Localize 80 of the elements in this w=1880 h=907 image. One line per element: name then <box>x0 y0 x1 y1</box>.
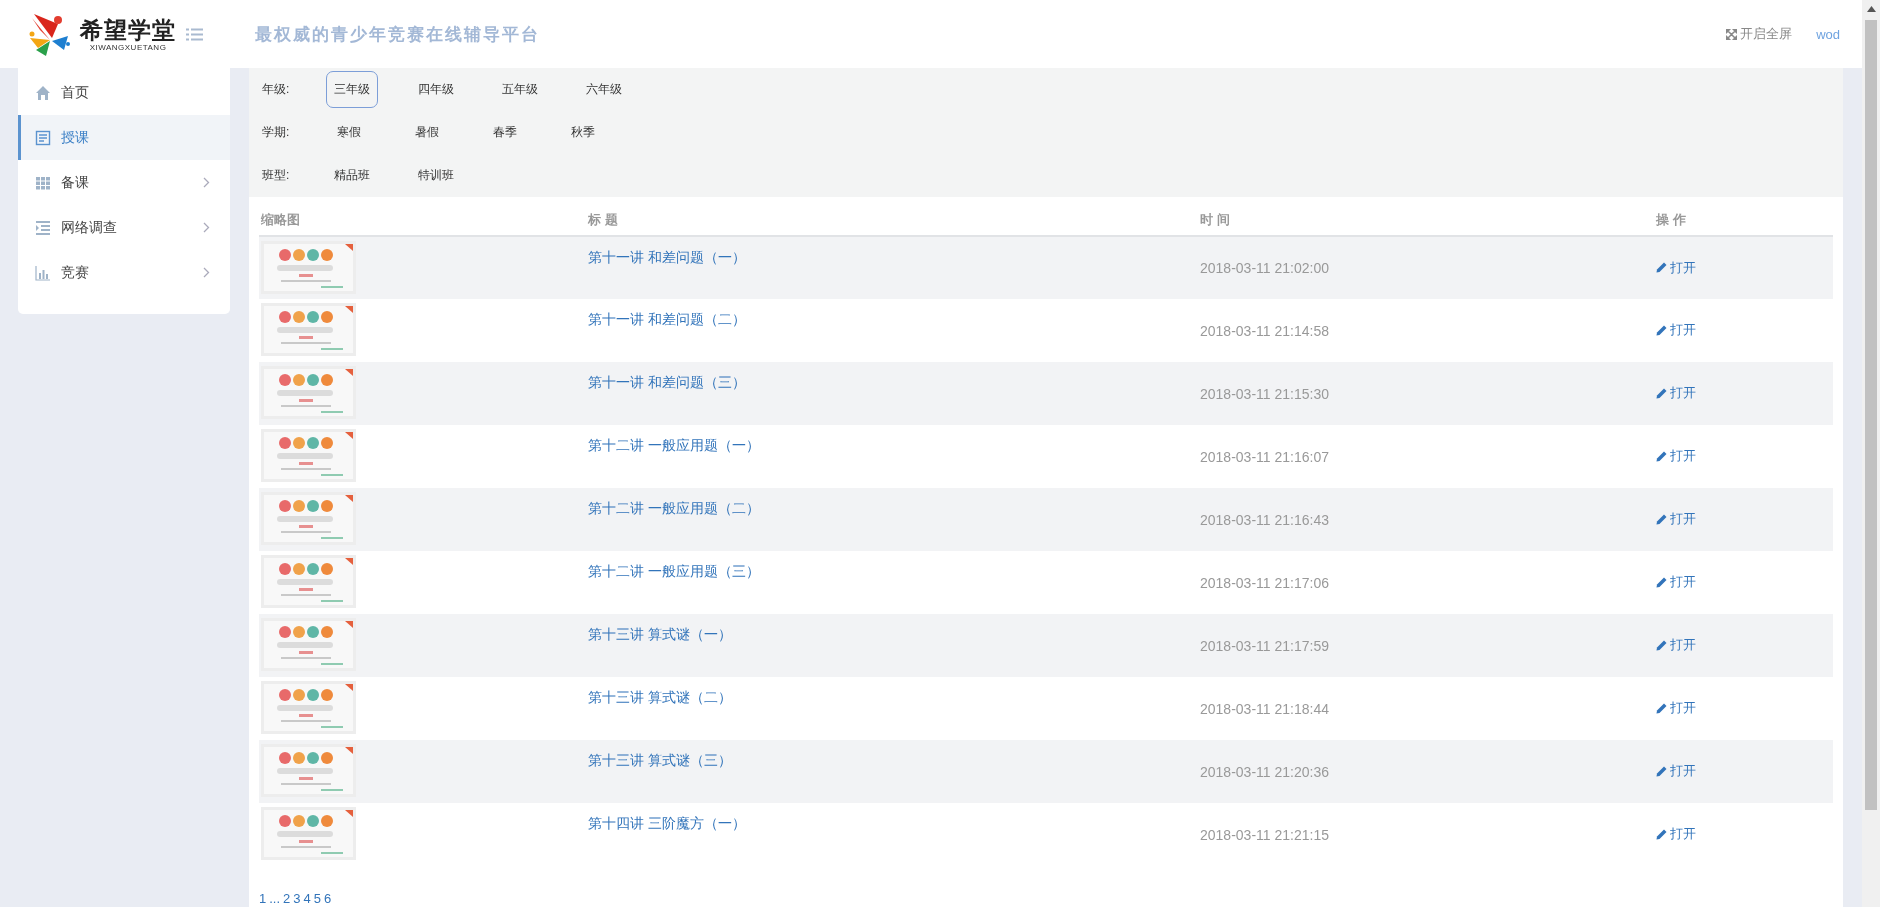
pencil-icon <box>1656 639 1667 651</box>
user-link[interactable]: wod <box>1816 26 1840 42</box>
open-link[interactable]: 打开 <box>1656 258 1696 277</box>
title-link[interactable]: 第十二讲 一般应用题（二） <box>588 500 760 518</box>
time-cell: 2018-03-11 21:15:30 <box>1200 385 1329 402</box>
slogan: 最权威的青少年竞赛在线辅导平台 <box>255 23 540 46</box>
page-link[interactable]: 2 <box>283 891 291 907</box>
title-link[interactable]: 第十三讲 算式谜（一） <box>588 626 732 644</box>
open-link[interactable]: 打开 <box>1656 510 1696 529</box>
time-cell: 2018-03-11 21:02:00 <box>1200 260 1329 276</box>
pencil-icon <box>1656 828 1667 840</box>
filter-label: 学期: <box>262 124 291 141</box>
bar-chart-icon <box>35 264 51 281</box>
filter-option[interactable]: 三年级 <box>326 71 378 108</box>
open-link[interactable]: 打开 <box>1656 762 1696 781</box>
open-link[interactable]: 打开 <box>1656 321 1696 340</box>
title-link[interactable]: 第十一讲 和差问题（二） <box>588 311 746 329</box>
title-link[interactable]: 第十二讲 一般应用题（三） <box>588 563 760 581</box>
title-link[interactable]: 第十二讲 一般应用题（一） <box>588 437 760 455</box>
title-link[interactable]: 第十一讲 和差问题（三） <box>588 374 746 392</box>
page-link[interactable]: 3 <box>293 891 301 907</box>
time-cell: 2018-03-11 21:20:36 <box>1200 763 1329 780</box>
pencil-icon <box>1656 262 1667 274</box>
time-cell: 2018-03-11 21:17:59 <box>1200 637 1329 654</box>
open-link[interactable]: 打开 <box>1656 699 1696 718</box>
page-link[interactable]: 1 <box>259 891 267 907</box>
time-cell: 2018-03-11 21:21:15 <box>1200 826 1329 843</box>
time-cell: 2018-03-11 21:14:58 <box>1200 322 1329 339</box>
menu-button[interactable] <box>186 27 203 41</box>
fullscreen-icon <box>1726 28 1738 40</box>
filter-label: 年级: <box>262 81 291 98</box>
open-link[interactable]: 打开 <box>1656 825 1696 844</box>
scrollbar[interactable] <box>1862 0 1880 907</box>
title-link[interactable]: 第十一讲 和差问题（一） <box>588 249 746 267</box>
filter-option[interactable]: 寒假 <box>326 114 372 151</box>
title-link[interactable]: 第十四讲 三阶魔方（一） <box>588 815 746 833</box>
filter-option[interactable]: 秋季 <box>560 114 606 151</box>
filter-option[interactable]: 暑假 <box>404 114 450 151</box>
up-arrow-icon[interactable] <box>1866 6 1876 12</box>
brand-subtitle: XIWANGXUETANG <box>89 42 167 52</box>
time-cell: 2018-03-11 21:17:06 <box>1200 574 1329 591</box>
sidebar-item[interactable]: 网络调查 <box>18 205 230 250</box>
scrollbar-thumb[interactable] <box>1865 20 1877 810</box>
filter-option[interactable]: 特训班 <box>410 157 462 194</box>
grid-icon <box>35 174 51 191</box>
time-cell: 2018-03-11 21:16:07 <box>1200 448 1329 465</box>
home-icon <box>35 84 51 101</box>
fullscreen-button[interactable]: 开启全屏 <box>1726 25 1793 43</box>
filter-option[interactable]: 精品班 <box>326 157 378 194</box>
filter-option[interactable]: 春季 <box>482 114 528 151</box>
title-link[interactable]: 第十三讲 算式谜（三） <box>588 752 732 770</box>
pencil-icon <box>1656 702 1667 714</box>
time-cell: 2018-03-11 21:18:44 <box>1200 700 1329 717</box>
list-icon <box>35 219 51 236</box>
open-link[interactable]: 打开 <box>1656 636 1696 655</box>
brand-name: 希望学堂 <box>80 16 176 43</box>
open-link[interactable]: 打开 <box>1656 447 1696 466</box>
time-cell: 2018-03-11 21:16:43 <box>1200 511 1329 528</box>
open-link[interactable]: 打开 <box>1656 384 1696 403</box>
sidebar-item[interactable]: 竞赛 <box>18 250 230 295</box>
filter-label: 班型: <box>262 167 291 184</box>
page-link[interactable]: 6 <box>324 891 332 907</box>
board-icon <box>35 129 51 146</box>
page-link[interactable]: ... <box>269 891 281 907</box>
page-link[interactable]: 4 <box>303 891 311 907</box>
title-link[interactable]: 第十三讲 算式谜（二） <box>588 689 732 707</box>
page-link[interactable]: 5 <box>313 891 321 907</box>
pencil-icon <box>1656 387 1667 399</box>
pencil-icon <box>1656 513 1667 525</box>
pencil-icon <box>1656 324 1667 336</box>
pencil-icon <box>1656 576 1667 588</box>
open-link[interactable]: 打开 <box>1656 573 1696 592</box>
filter-option[interactable]: 四年级 <box>410 71 462 108</box>
filter-option[interactable]: 六年级 <box>578 71 630 108</box>
sidebar-item[interactable]: 授课 <box>18 115 230 160</box>
sidebar-item[interactable]: 备课 <box>18 160 230 205</box>
filter-option[interactable]: 五年级 <box>494 71 546 108</box>
sidebar-item[interactable]: 首页 <box>18 70 230 115</box>
pencil-icon <box>1656 450 1667 462</box>
pencil-icon <box>1656 765 1667 777</box>
